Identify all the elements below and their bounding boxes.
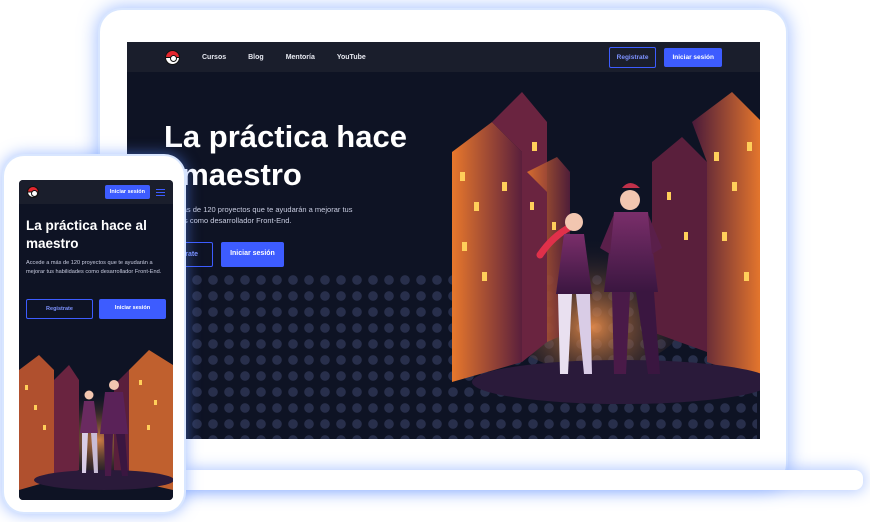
pokeball-logo-icon[interactable] xyxy=(165,49,180,65)
mobile-screen: Iniciar sesión La práctica hace al maest… xyxy=(19,180,173,500)
mobile-login-button[interactable]: Iniciar sesión xyxy=(99,299,166,319)
mobile-city-illustration xyxy=(19,330,173,500)
mobile-hero-description: Accede a más de 120 proyectos que te ayu… xyxy=(26,260,162,275)
hero-title-line-2: l maestro xyxy=(164,157,302,192)
city-heroes-illustration xyxy=(452,92,760,404)
nav-login-button[interactable]: Iniciar sesión xyxy=(664,47,722,67)
hero-login-button[interactable]: Iniciar sesión xyxy=(221,242,284,267)
hero-description-line-2: lidades como desarrollador Front-End. xyxy=(164,216,292,225)
desktop-navbar: Cursos Blog Mentoría YouTube Registrate … xyxy=(127,42,760,72)
mobile-hero-actions: Registrate Iniciar sesión xyxy=(26,299,166,319)
mobile-nav-login-button[interactable]: Iniciar sesión xyxy=(104,185,150,199)
hamburger-menu-icon[interactable] xyxy=(156,188,165,196)
desktop-nav-links: Cursos Blog Mentoría YouTube xyxy=(202,54,366,61)
mobile-register-button[interactable]: Registrate xyxy=(26,299,93,319)
mobile-navbar: Iniciar sesión xyxy=(19,180,173,204)
nav-link-mentoria[interactable]: Mentoría xyxy=(286,54,315,61)
nav-link-youtube[interactable]: YouTube xyxy=(337,54,366,61)
hero-title-line-1: La práctica hace xyxy=(164,119,407,154)
mobile-hero-title: La práctica hace al maestro xyxy=(26,218,147,251)
hero-title: La práctica hace l maestro xyxy=(164,118,464,194)
nav-link-blog[interactable]: Blog xyxy=(248,54,264,61)
laptop-base xyxy=(185,470,863,490)
nav-register-button[interactable]: Registrate xyxy=(608,46,657,68)
nav-link-cursos[interactable]: Cursos xyxy=(202,54,226,61)
pokeball-logo-icon[interactable] xyxy=(27,186,39,198)
desktop-nav-actions: Registrate Iniciar sesión xyxy=(608,46,722,68)
desktop-screen: Cursos Blog Mentoría YouTube Registrate … xyxy=(127,42,760,439)
hero-description: e a más de 120 proyectos que te ayudarán… xyxy=(164,204,404,226)
hero-description-line-1: e a más de 120 proyectos que te ayudarán… xyxy=(164,205,353,214)
